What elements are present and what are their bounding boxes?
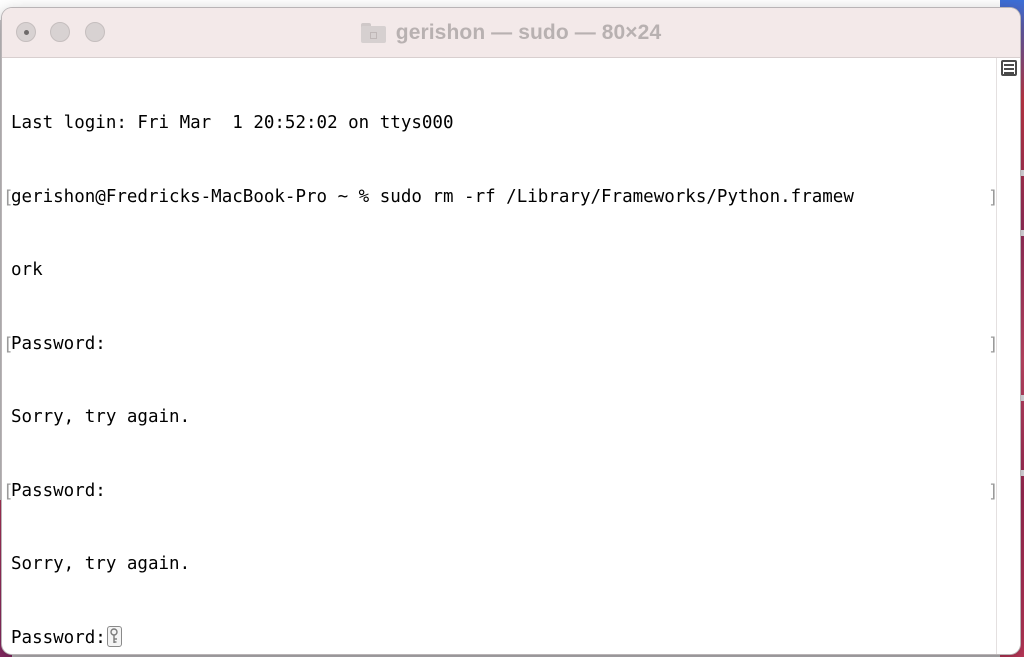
terminal-line-text: Password: xyxy=(11,627,106,648)
terminal-line-text: Sorry, try again. xyxy=(11,407,191,427)
home-folder-icon xyxy=(360,22,386,43)
zoom-window-button[interactable] xyxy=(85,22,105,42)
bracket-left-mark: [ xyxy=(3,481,14,502)
terminal-line-text: Password: xyxy=(11,480,106,501)
bracket-left-mark: [ xyxy=(3,334,14,355)
key-icon xyxy=(106,625,122,647)
terminal-line-text: Sorry, try again. xyxy=(11,554,191,574)
window-title-group: gerishon — sudo — 80×24 xyxy=(2,8,1020,57)
terminal-line-text: Password: xyxy=(11,333,106,354)
window-title: gerishon — sudo — 80×24 xyxy=(395,20,662,44)
scroll-marks-icon[interactable] xyxy=(1001,60,1017,76)
window-titlebar[interactable]: gerishon — sudo — 80×24 xyxy=(2,8,1020,58)
terminal-scrollbar[interactable] xyxy=(996,58,1020,654)
terminal-line: Sorry, try again. xyxy=(11,405,996,430)
terminal-output[interactable]: Last login: Fri Mar 1 20:52:02 on ttys00… xyxy=(2,58,999,654)
terminal-line: Last login: Fri Mar 1 20:52:02 on ttys00… xyxy=(11,111,996,136)
terminal-line: ork xyxy=(11,258,996,283)
close-window-button[interactable] xyxy=(16,22,36,42)
bracket-left-mark: [ xyxy=(3,187,14,208)
terminal-line-text: ork xyxy=(11,260,43,280)
terminal-line: Sorry, try again. xyxy=(11,552,996,577)
terminal-prompt-line[interactable]: Password: xyxy=(11,625,996,651)
minimize-window-button[interactable] xyxy=(50,22,70,42)
close-dot-icon xyxy=(24,30,29,35)
terminal-window[interactable]: gerishon — sudo — 80×24 Last login: Fri … xyxy=(2,8,1020,654)
terminal-content[interactable]: Last login: Fri Mar 1 20:52:02 on ttys00… xyxy=(2,58,1020,654)
terminal-line: [Password:] xyxy=(3,332,999,357)
terminal-line: [gerishon@Fredricks-MacBook-Pro ~ % sudo… xyxy=(3,185,999,210)
terminal-line: [Password:] xyxy=(3,479,999,504)
terminal-line-text: Last login: Fri Mar 1 20:52:02 on ttys00… xyxy=(11,113,454,133)
terminal-line-text: gerishon@Fredricks-MacBook-Pro ~ % sudo … xyxy=(11,186,854,207)
